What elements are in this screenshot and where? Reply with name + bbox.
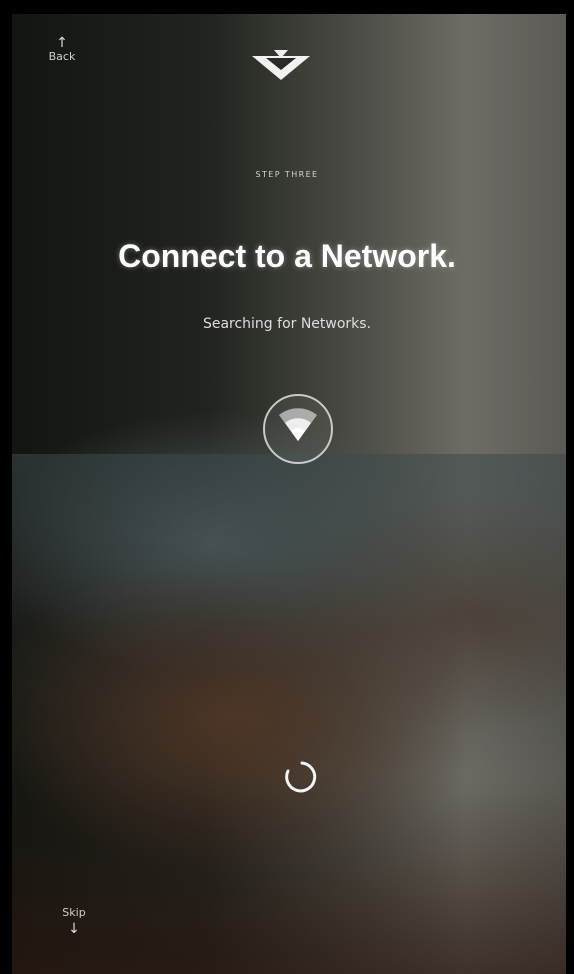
status-text: Searching for Networks. — [202, 316, 372, 332]
skip-button[interactable]: Skip ↓ — [44, 906, 104, 938]
loading-spinner-icon — [285, 761, 317, 793]
tv-screen: ↑ Back STEP THREE Connect to a Network. … — [0, 0, 574, 974]
back-button[interactable]: ↑ Back — [34, 36, 90, 64]
vizio-v-logo-icon — [252, 50, 310, 80]
up-arrow-icon: ↑ — [56, 35, 68, 51]
back-label: Back — [48, 50, 76, 63]
wifi-icon — [263, 394, 333, 464]
down-arrow-icon: ↓ — [68, 921, 80, 937]
skip-label: Skip — [62, 906, 86, 919]
blurred-background — [12, 14, 566, 974]
page-title: Connect to a Network. — [118, 238, 456, 274]
step-label: STEP THREE — [255, 170, 319, 179]
